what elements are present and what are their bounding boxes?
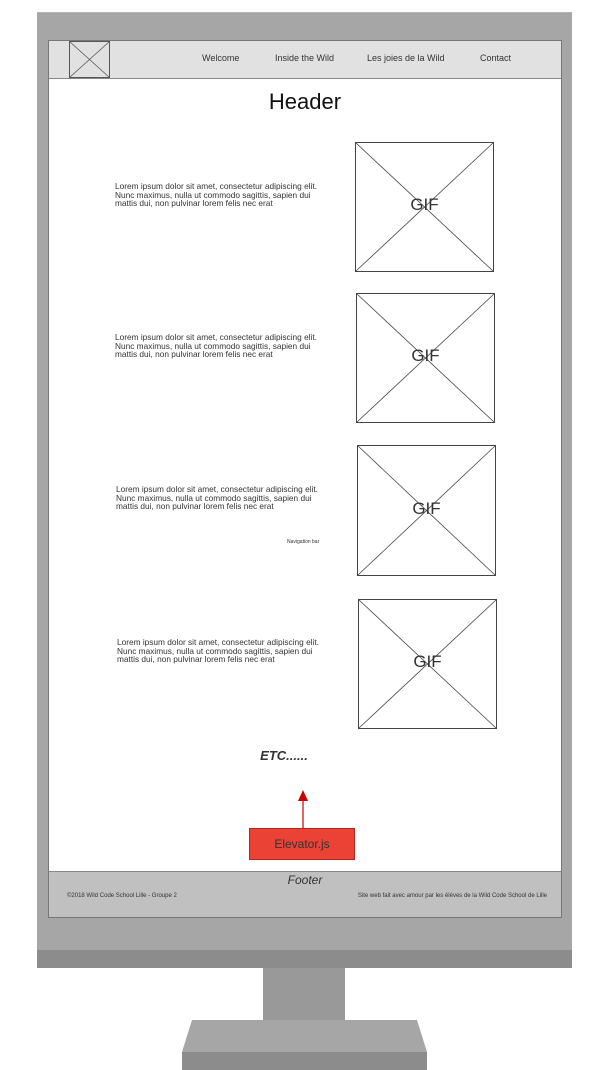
nav-item-contact[interactable]: Contact	[480, 53, 511, 63]
section-text: Lorem ipsum dolor sit amet, consectetur …	[116, 484, 318, 512]
gif-label: GIF	[410, 195, 439, 214]
gif-label: GIF	[411, 346, 440, 365]
gif-placeholder: GIF	[358, 599, 497, 729]
logo-placeholder-icon[interactable]	[69, 41, 110, 79]
footer-credits: Site web fait avec amour par les élèves …	[357, 893, 547, 899]
wireframe-screen: Welcome Inside the Wild Les joies de la …	[48, 40, 562, 918]
monitor-stand-neck	[263, 968, 345, 1020]
nav-item-welcome[interactable]: Welcome	[202, 53, 239, 63]
etc-label: ETC......	[260, 748, 308, 763]
footer: Footer ©2018 Wild Code School Lille - Gr…	[49, 871, 561, 917]
navigation-bar-note: Navigation bar	[287, 539, 320, 545]
footer-copyright: ©2018 Wild Code School Lille - Groupe 2	[67, 893, 177, 899]
gif-label: GIF	[412, 499, 441, 518]
footer-title: Footer	[287, 873, 323, 887]
section-text: Lorem ipsum dolor sit amet, consectetur …	[115, 332, 317, 360]
page-header-title: Header	[268, 89, 342, 114]
monitor-chin	[37, 950, 572, 968]
gif-placeholder: GIF	[355, 142, 494, 272]
gif-placeholder: GIF	[356, 293, 495, 423]
gif-label: GIF	[413, 652, 442, 671]
nav-item-inside-the-wild[interactable]: Inside the Wild	[275, 53, 334, 63]
monitor-stand-base	[182, 1020, 427, 1070]
section-text: Lorem ipsum dolor sit amet, consectetur …	[117, 637, 319, 665]
elevator-button[interactable]: Elevator.js	[249, 828, 355, 860]
navigation-bar: Welcome Inside the Wild Les joies de la …	[49, 41, 561, 79]
nav-item-les-joies-de-la-wild[interactable]: Les joies de la Wild	[367, 53, 445, 63]
gif-placeholder: GIF	[357, 445, 496, 576]
section-text: Lorem ipsum dolor sit amet, consectetur …	[115, 181, 317, 209]
